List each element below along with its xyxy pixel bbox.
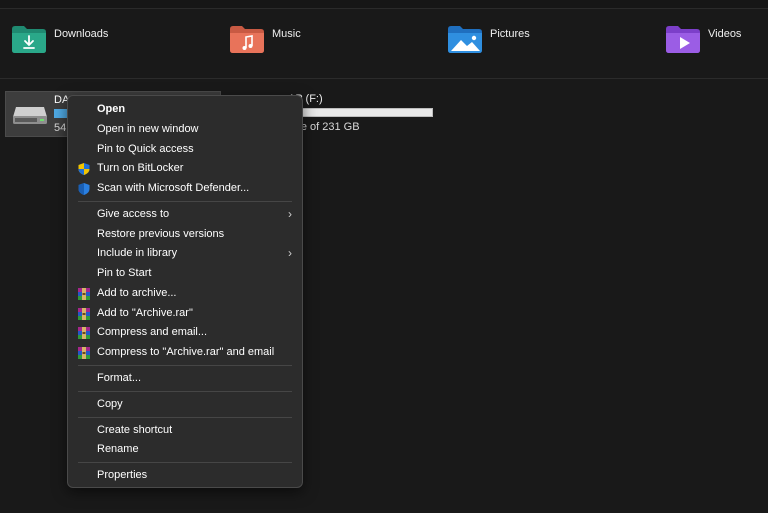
menu-item-label: Include in library	[97, 247, 178, 259]
menu-item-label: Add to archive...	[97, 287, 177, 299]
menu-separator	[78, 417, 292, 418]
menu-item-label: Format...	[97, 372, 142, 384]
menu-item-label: Pin to Quick access	[97, 143, 194, 155]
menu-item-scan-defender[interactable]: Scan with Microsoft Defender...	[68, 179, 302, 199]
menu-separator	[78, 201, 292, 202]
winrar-icon	[78, 288, 90, 300]
music-folder-icon	[230, 26, 264, 53]
menu-item-copy[interactable]: Copy	[68, 395, 302, 415]
menu-item-label: Turn on BitLocker	[97, 162, 184, 174]
bitlocker-shield-icon	[78, 163, 90, 175]
drive-free-text: 54	[54, 122, 67, 134]
menu-item-include-library[interactable]: Include in library ›	[68, 244, 302, 264]
menu-item-label: Give access to	[97, 208, 170, 220]
folder-label: Downloads	[54, 28, 109, 40]
menu-item-label: Restore previous versions	[97, 228, 225, 240]
menu-item-label: Create shortcut	[97, 424, 173, 436]
hard-drive-icon	[13, 107, 47, 124]
folder-pictures[interactable]: Pictures	[447, 24, 530, 58]
winrar-icon	[78, 308, 90, 320]
menu-separator	[78, 391, 292, 392]
menu-item-format[interactable]: Format...	[68, 369, 302, 389]
folder-label: Videos	[708, 28, 742, 40]
menu-item-label: Properties	[97, 469, 148, 481]
menu-item-give-access[interactable]: Give access to ›	[68, 205, 302, 225]
submenu-arrow-icon: ›	[288, 246, 292, 260]
winrar-icon	[78, 347, 90, 359]
menu-item-label: Open	[97, 103, 126, 115]
downloads-folder-icon	[12, 26, 46, 53]
submenu-arrow-icon: ›	[288, 207, 292, 221]
context-menu: Open Open in new window Pin to Quick acc…	[67, 95, 303, 488]
folder-downloads[interactable]: Downloads	[11, 24, 108, 58]
menu-item-open[interactable]: Open	[68, 100, 302, 120]
menu-item-label: Pin to Start	[97, 267, 152, 279]
menu-item-rename[interactable]: Rename	[68, 440, 302, 460]
videos-folder-icon	[666, 26, 700, 53]
drive-f-usage-bar	[288, 108, 433, 117]
menu-separator	[78, 462, 292, 463]
menu-item-label: Open in new window	[97, 123, 199, 135]
folder-music[interactable]: Music	[229, 24, 301, 58]
menu-item-label: Scan with Microsoft Defender...	[97, 182, 250, 194]
menu-item-create-shortcut[interactable]: Create shortcut	[68, 421, 302, 441]
menu-item-compress-rar-email[interactable]: Compress to "Archive.rar" and email	[68, 343, 302, 363]
menu-item-properties[interactable]: Properties	[68, 466, 302, 486]
defender-shield-icon	[78, 183, 90, 195]
pictures-folder-icon	[448, 26, 482, 53]
menu-item-compress-email[interactable]: Compress and email...	[68, 323, 302, 343]
menu-item-restore-versions[interactable]: Restore previous versions	[68, 225, 302, 245]
menu-item-add-archive[interactable]: Add to archive...	[68, 284, 302, 304]
menu-item-label: Compress and email...	[97, 326, 208, 338]
folder-label: Music	[272, 28, 301, 40]
menu-separator	[78, 365, 292, 366]
folders-row: Downloads Music Pictures Videos	[0, 8, 768, 79]
menu-item-label: Copy	[97, 398, 123, 410]
menu-item-label: Add to "Archive.rar"	[97, 307, 193, 319]
folder-videos[interactable]: Videos	[665, 24, 741, 58]
winrar-icon	[78, 327, 90, 339]
menu-item-turn-on-bitlocker[interactable]: Turn on BitLocker	[68, 159, 302, 179]
menu-item-label: Compress to "Archive.rar" and email	[97, 346, 275, 358]
menu-item-open-new-window[interactable]: Open in new window	[68, 120, 302, 140]
menu-item-label: Rename	[97, 443, 139, 455]
menu-item-add-archive-rar[interactable]: Add to "Archive.rar"	[68, 304, 302, 324]
folder-label: Pictures	[490, 28, 530, 40]
menu-item-pin-quick-access[interactable]: Pin to Quick access	[68, 140, 302, 160]
menu-item-pin-start[interactable]: Pin to Start	[68, 264, 302, 284]
